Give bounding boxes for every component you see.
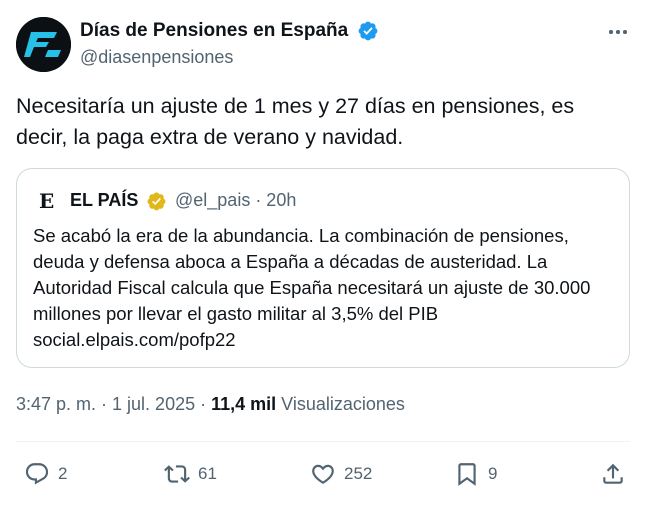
bookmark-icon bbox=[458, 463, 476, 486]
verified-badge-icon bbox=[147, 192, 166, 211]
like-icon bbox=[312, 464, 334, 484]
reply-button[interactable]: 2 bbox=[24, 460, 67, 488]
bookmark-button[interactable]: 9 bbox=[454, 460, 497, 488]
reply-count: 2 bbox=[58, 464, 68, 483]
reply-icon bbox=[25, 463, 49, 485]
bookmark-count: 9 bbox=[488, 464, 498, 483]
verified-badge-icon bbox=[358, 21, 378, 41]
author-name[interactable]: Días de Pensiones en España bbox=[80, 20, 348, 42]
timestamp[interactable]: 3:47 p. m. · 1 jul. 2025 · bbox=[16, 394, 211, 414]
quoted-tweet-text: Se acabó la era de la abundancia. La com… bbox=[33, 225, 591, 350]
repost-count: 61 bbox=[198, 464, 217, 483]
share-icon bbox=[603, 463, 623, 484]
tweet-text: Necesitaría un ajuste de 1 mes y 27 días… bbox=[16, 94, 575, 149]
share-button[interactable] bbox=[600, 460, 626, 488]
views-label: Visualizaciones bbox=[276, 394, 405, 414]
avatar[interactable] bbox=[16, 17, 71, 72]
divider bbox=[16, 441, 630, 442]
quoted-avatar[interactable]: E bbox=[39, 189, 54, 213]
more-icon bbox=[609, 30, 614, 34]
like-count: 252 bbox=[344, 464, 373, 483]
more-options-button[interactable] bbox=[604, 20, 632, 44]
brand-logo-icon bbox=[16, 17, 71, 72]
like-button[interactable]: 252 bbox=[310, 460, 372, 488]
tweet-meta: 3:47 p. m. · 1 jul. 2025 · 11,4 mil Visu… bbox=[16, 394, 405, 415]
repost-icon bbox=[164, 465, 190, 483]
author-handle[interactable]: @diasenpensiones bbox=[80, 47, 233, 68]
quoted-author-name[interactable]: EL PAÍS bbox=[70, 190, 138, 211]
quoted-handle-time: @el_pais · 20h bbox=[175, 190, 297, 210]
views-count: 11,4 mil bbox=[211, 394, 277, 414]
repost-button[interactable]: 61 bbox=[164, 460, 217, 488]
